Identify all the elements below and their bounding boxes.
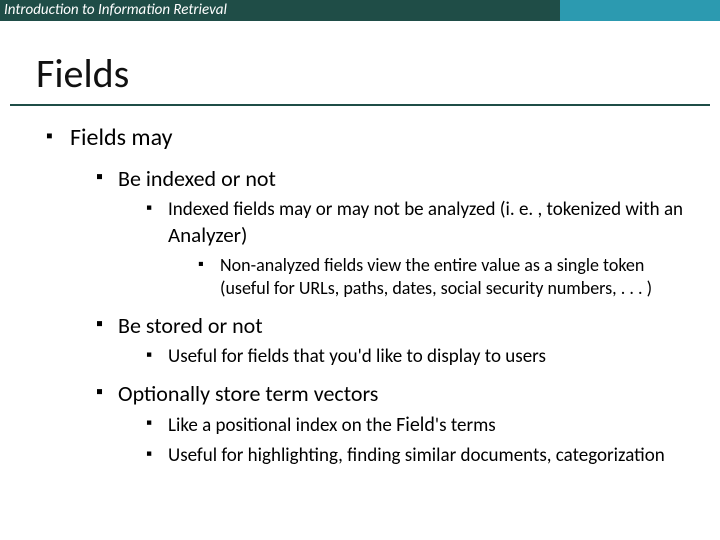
bullet-text: Be stored or not xyxy=(118,312,263,339)
slide-content: Fields may Be indexed or not Indexed fie… xyxy=(0,106,720,468)
bullet-positional-index: Like a positional index on the Field's t… xyxy=(146,412,690,438)
bullet-be-indexed: Be indexed or not Indexed fields may or … xyxy=(96,164,690,301)
bullet-text: Useful for highlighting, finding similar… xyxy=(168,444,665,467)
bullet-indexed-analyzed: Indexed fields may or may not be analyze… xyxy=(146,197,690,301)
header-accent xyxy=(560,0,720,21)
bullet-non-analyzed: Non-analyzed fields view the entire valu… xyxy=(198,254,690,302)
code-analyzer: Analyzer) xyxy=(168,222,247,248)
bullet-term-vectors: Optionally store term vectors Like a pos… xyxy=(96,379,690,468)
bullet-fields-may: Fields may Be indexed or not Indexed fie… xyxy=(46,122,690,468)
bullet-text: Be indexed or not xyxy=(118,165,276,192)
slide-title: Fields xyxy=(0,21,720,104)
bullet-highlighting: Useful for highlighting, finding similar… xyxy=(146,443,690,468)
slide: { "header": { "course": "Introduction to… xyxy=(0,0,720,540)
bullet-text: Optionally store term vectors xyxy=(118,380,378,407)
bullet-text: Fields may xyxy=(70,123,173,152)
bullet-be-stored: Be stored or not Useful for fields that … xyxy=(96,311,690,369)
bullet-text: Non-analyzed fields view the entire valu… xyxy=(220,254,652,300)
bullet-text-part: Like a positional index on the xyxy=(168,414,396,437)
bullet-text: Useful for fields that you'd like to dis… xyxy=(168,345,546,368)
code-field: Field xyxy=(396,413,435,437)
bullet-text-part: 's terms xyxy=(435,414,496,437)
bullet-stored-useful: Useful for fields that you'd like to dis… xyxy=(146,344,690,369)
header-bar: Introduction to Information Retrieval xyxy=(0,0,720,21)
bullet-text-part: Indexed fields may or may not be analyze… xyxy=(168,198,683,221)
header-course-title: Introduction to Information Retrieval xyxy=(0,0,560,21)
